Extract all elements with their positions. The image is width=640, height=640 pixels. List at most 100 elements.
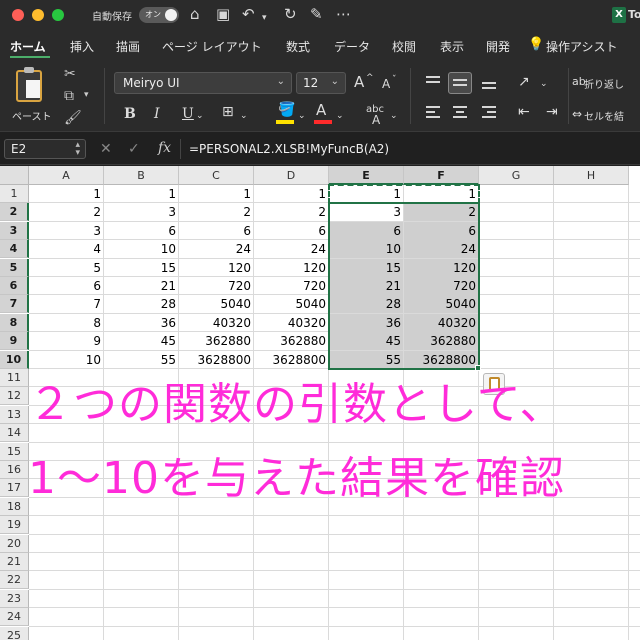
more-options-icon[interactable]: ⋯ xyxy=(336,5,351,23)
column-header-c[interactable]: C xyxy=(179,166,254,185)
customize-icon[interactable]: ✎ xyxy=(310,5,323,23)
column-header-f[interactable]: F xyxy=(404,166,479,185)
row-header-3[interactable]: 3 xyxy=(0,221,29,240)
tab-page-layout[interactable]: ページ レイアウト xyxy=(162,38,262,55)
cell-b3[interactable]: 6 xyxy=(104,222,178,240)
cell-b1[interactable]: 1 xyxy=(104,185,178,203)
home-icon[interactable]: ⌂ xyxy=(190,5,200,23)
cancel-formula-icon[interactable]: ✕ xyxy=(100,141,112,157)
row-header-2[interactable]: 2 xyxy=(0,203,29,222)
lightbulb-icon[interactable]: 💡 xyxy=(528,37,544,52)
orientation-icon[interactable]: ↗ xyxy=(518,74,530,90)
fill-color-icon[interactable]: 🪣 xyxy=(278,102,295,118)
row-header-21[interactable]: 21 xyxy=(0,553,29,571)
tab-home[interactable]: ホーム xyxy=(10,38,46,55)
cell-d5[interactable]: 120 xyxy=(254,259,328,277)
merge-center-icon[interactable]: ⇔ xyxy=(572,106,582,122)
cell-d9[interactable]: 362880 xyxy=(254,332,328,350)
bold-button[interactable]: B xyxy=(124,106,136,122)
cell-c7[interactable]: 5040 xyxy=(179,295,253,313)
cut-icon[interactable]: ✂ xyxy=(64,66,76,82)
cell-c9[interactable]: 362880 xyxy=(179,332,253,350)
name-box-stepper-icon[interactable]: ▴ ▾ xyxy=(75,141,80,158)
zoom-window-button[interactable] xyxy=(52,9,64,21)
column-header-b[interactable]: B xyxy=(104,166,179,185)
grow-font-button[interactable]: A xyxy=(354,74,364,90)
row-header-18[interactable]: 18 xyxy=(0,497,29,516)
cell-c1[interactable]: 1 xyxy=(179,185,253,203)
cell-b5[interactable]: 15 xyxy=(104,259,178,277)
cell-b6[interactable]: 21 xyxy=(104,277,178,295)
format-painter-icon[interactable]: 🖌 xyxy=(64,110,82,126)
select-all-corner[interactable] xyxy=(0,166,29,185)
cell-b7[interactable]: 28 xyxy=(104,295,178,313)
cell-b10[interactable]: 55 xyxy=(104,351,178,369)
tab-insert[interactable]: 挿入 xyxy=(70,38,94,55)
cell-a9[interactable]: 9 xyxy=(29,332,103,350)
column-header-d[interactable]: D xyxy=(254,166,329,185)
font-color-button[interactable]: A xyxy=(316,102,326,118)
undo-dropdown-icon[interactable]: ▾ xyxy=(262,9,267,27)
borders-icon[interactable]: ⊞ xyxy=(222,104,234,120)
row-header-10[interactable]: 10 xyxy=(0,350,29,369)
row-header-20[interactable]: 20 xyxy=(0,534,29,553)
cell-a5[interactable]: 5 xyxy=(29,259,103,277)
formula-input[interactable]: =PERSONAL2.XLSB!MyFuncB(A2) xyxy=(180,139,636,159)
row-header-24[interactable]: 24 xyxy=(0,608,29,627)
copy-dropdown-icon[interactable]: ▾ xyxy=(84,90,89,100)
cell-c4[interactable]: 24 xyxy=(179,240,253,258)
tab-review[interactable]: 校閲 xyxy=(392,38,416,55)
row-header-11[interactable]: 11 xyxy=(0,369,29,387)
font-name-select[interactable]: Meiryo UI ⌄ xyxy=(114,72,292,94)
increase-indent-icon[interactable]: ⇥ xyxy=(546,104,558,120)
tab-data[interactable]: データ xyxy=(334,38,370,55)
underline-button[interactable]: U xyxy=(182,106,194,122)
column-header-h[interactable]: H xyxy=(554,166,629,185)
cell-b8[interactable]: 36 xyxy=(104,314,178,332)
cell-d10[interactable]: 3628800 xyxy=(254,351,328,369)
decrease-indent-icon[interactable]: ⇤ xyxy=(518,104,530,120)
row-header-23[interactable]: 23 xyxy=(0,589,29,608)
cell-c6[interactable]: 720 xyxy=(179,277,253,295)
phonetic-dropdown-icon[interactable]: ⌄ xyxy=(390,108,398,124)
tab-view[interactable]: 表示 xyxy=(440,38,464,55)
fill-color-dropdown-icon[interactable]: ⌄ xyxy=(298,108,306,124)
row-header-1[interactable]: 1 xyxy=(0,185,29,203)
cell-d6[interactable]: 720 xyxy=(254,277,328,295)
cell-a8[interactable]: 8 xyxy=(29,314,103,332)
cell-b2[interactable]: 3 xyxy=(104,203,178,221)
cell-c10[interactable]: 3628800 xyxy=(179,351,253,369)
tab-developer[interactable]: 開発 xyxy=(486,38,510,55)
cell-a10[interactable]: 10 xyxy=(29,351,103,369)
cell-d1[interactable]: 1 xyxy=(254,185,328,203)
minimize-window-button[interactable] xyxy=(32,9,44,21)
autosave-toggle[interactable]: オン xyxy=(139,7,179,23)
tab-tell-me[interactable]: 操作アシスト xyxy=(546,38,618,55)
column-header-g[interactable]: G xyxy=(479,166,554,185)
underline-dropdown-icon[interactable]: ⌄ xyxy=(196,108,204,124)
row-header-6[interactable]: 6 xyxy=(0,277,29,295)
cell-b9[interactable]: 45 xyxy=(104,332,178,350)
cell-b4[interactable]: 10 xyxy=(104,240,178,258)
cell-a6[interactable]: 6 xyxy=(29,277,103,295)
cell-a1[interactable]: 1 xyxy=(29,185,103,203)
row-header-8[interactable]: 8 xyxy=(0,313,29,332)
copy-icon[interactable]: ⧉ xyxy=(64,88,74,104)
cell-a7[interactable]: 7 xyxy=(29,295,103,313)
shrink-font-button[interactable]: A xyxy=(382,76,390,92)
font-color-dropdown-icon[interactable]: ⌄ xyxy=(336,108,344,124)
paste-icon[interactable] xyxy=(16,67,42,102)
cell-c8[interactable]: 40320 xyxy=(179,314,253,332)
row-header-25[interactable]: 25 xyxy=(0,626,29,640)
save-icon[interactable]: ▣ xyxy=(216,5,230,23)
cell-c3[interactable]: 6 xyxy=(179,222,253,240)
column-header-a[interactable]: A xyxy=(29,166,104,185)
row-header-15[interactable]: 15 xyxy=(0,442,29,461)
wrap-text-button[interactable]: 折り返し xyxy=(584,76,624,91)
row-header-16[interactable]: 16 xyxy=(0,461,29,479)
row-header-22[interactable]: 22 xyxy=(0,571,29,590)
close-window-button[interactable] xyxy=(12,9,24,21)
cell-d8[interactable]: 40320 xyxy=(254,314,328,332)
row-header-9[interactable]: 9 xyxy=(0,332,29,351)
row-header-5[interactable]: 5 xyxy=(0,258,29,277)
